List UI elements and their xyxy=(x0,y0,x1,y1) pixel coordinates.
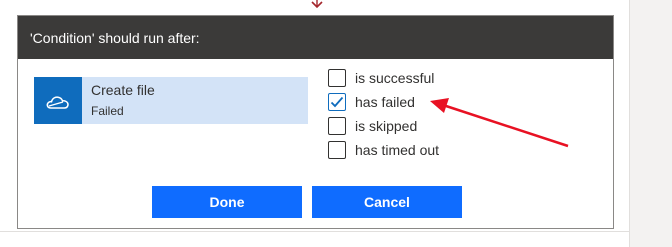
is-skipped-checkbox[interactable] xyxy=(328,117,346,135)
option-label: is skipped xyxy=(355,118,418,134)
has-timed-out-checkbox[interactable] xyxy=(328,141,346,159)
dialog-header: 'Condition' should run after: xyxy=(18,16,613,59)
option-has-failed[interactable]: has failed xyxy=(328,92,439,112)
flow-connector-icon xyxy=(311,0,323,9)
option-is-successful[interactable]: is successful xyxy=(328,68,439,88)
source-action-status: Failed xyxy=(91,104,124,118)
option-has-timed-out[interactable]: has timed out xyxy=(328,140,439,160)
source-action-title: Create file xyxy=(91,82,155,98)
run-after-options: is successful has failed is skipped has … xyxy=(328,68,439,164)
option-is-skipped[interactable]: is skipped xyxy=(328,116,439,136)
page-border xyxy=(629,0,630,247)
page-divider xyxy=(0,231,630,232)
done-button[interactable]: Done xyxy=(152,186,302,218)
option-label: is successful xyxy=(355,70,435,86)
cancel-button[interactable]: Cancel xyxy=(312,186,462,218)
option-label: has timed out xyxy=(355,142,440,158)
run-after-dialog: 'Condition' should run after: Create fil… xyxy=(17,15,614,229)
option-label: has failed xyxy=(355,94,415,110)
is-successful-checkbox[interactable] xyxy=(328,69,346,87)
has-failed-checkbox[interactable] xyxy=(328,93,346,111)
checkmark-icon xyxy=(330,96,344,108)
onedrive-cloud-icon xyxy=(34,77,82,124)
source-action-card[interactable]: Create file Failed xyxy=(34,77,308,124)
dialog-title: 'Condition' should run after: xyxy=(30,29,200,46)
